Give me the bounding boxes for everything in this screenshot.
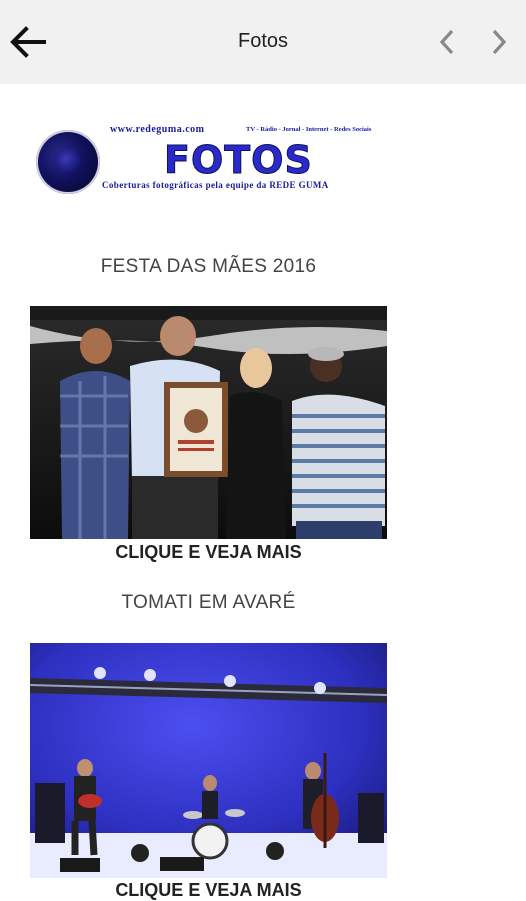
logo-emblem <box>36 130 100 194</box>
chevron-right-icon <box>492 29 507 55</box>
logo-tagline: Coberturas fotográficas pela equipe da R… <box>102 180 329 190</box>
view-more-link[interactable]: CLIQUE E VEJA MAIS <box>30 542 387 563</box>
logo-url: www.redeguma.com <box>110 124 205 135</box>
view-more-link[interactable]: CLIQUE E VEJA MAIS <box>30 880 387 901</box>
fotos-logo: www.redeguma.com TV - Rádio - Jornal - I… <box>36 124 381 194</box>
album-photo-festa-das-maes[interactable] <box>30 306 387 539</box>
chevron-left-icon <box>439 29 454 55</box>
album-title: FESTA DAS MÃES 2016 <box>100 256 317 277</box>
app-toolbar: Fotos <box>0 0 526 84</box>
logo-media-list: TV - Rádio - Jornal - Internet - Redes S… <box>246 126 372 133</box>
next-button[interactable] <box>482 22 518 62</box>
previous-button[interactable] <box>430 22 466 62</box>
album-photo-tomati-em-avare[interactable] <box>30 643 387 878</box>
album-title: TOMATI EM AVARÉ <box>121 592 296 613</box>
logo-word: FOTOS <box>164 138 313 183</box>
